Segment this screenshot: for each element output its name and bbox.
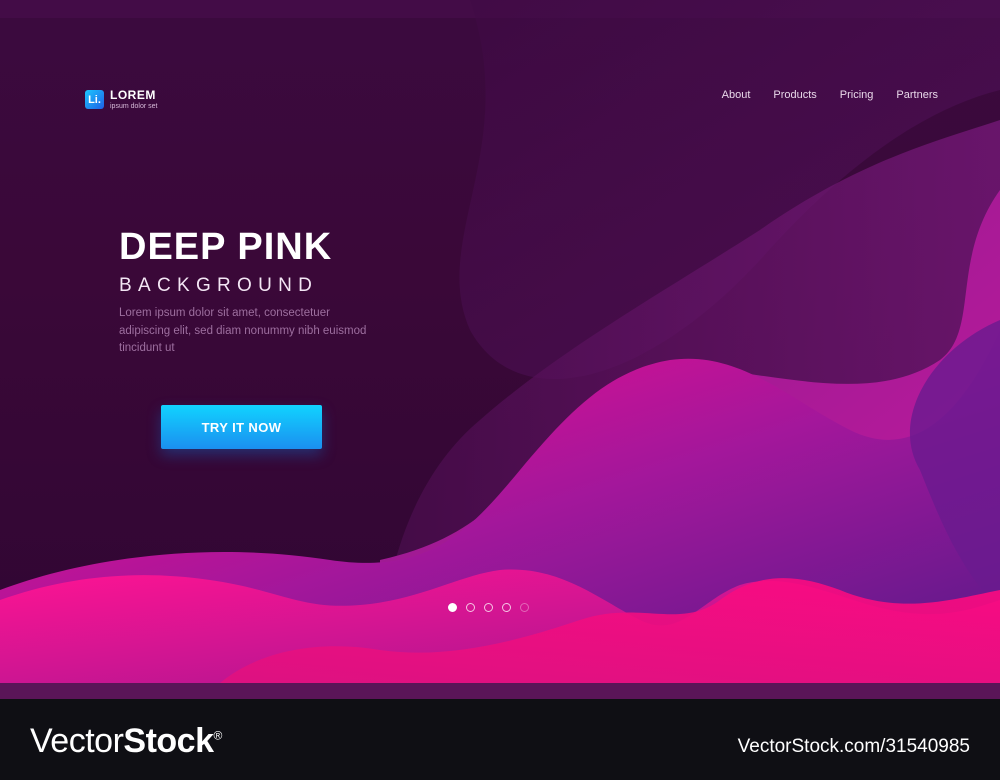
footer-band: [0, 683, 1000, 699]
brand-bold: Stock: [123, 722, 214, 760]
nav-pricing[interactable]: Pricing: [840, 89, 874, 101]
logo-tagline: ipsum dolor set: [110, 103, 158, 110]
carousel-dots: [448, 603, 529, 612]
nav-products[interactable]: Products: [773, 89, 816, 101]
registered-mark: ®: [213, 728, 222, 743]
carousel-dot-4[interactable]: [502, 603, 511, 612]
hero-subtitle: BACKGROUND: [119, 275, 319, 296]
landing-page: Li. LOREM ipsum dolor set About Products…: [0, 0, 1000, 780]
nav-about[interactable]: About: [722, 89, 751, 101]
carousel-dot-3[interactable]: [484, 603, 493, 612]
carousel-dot-1[interactable]: [448, 603, 457, 612]
logo-text: LOREM ipsum dolor set: [110, 89, 157, 110]
carousel-dot-5[interactable]: [520, 603, 529, 612]
image-id: VectorStock.com/31540985: [737, 736, 970, 757]
logo[interactable]: Li. LOREM ipsum dolor set: [85, 89, 157, 110]
brand-regular: Vector: [30, 722, 124, 760]
vectorstock-logo: VectorStock®: [30, 722, 222, 761]
carousel-dot-2[interactable]: [466, 603, 475, 612]
nav-partners[interactable]: Partners: [896, 89, 938, 101]
logo-mark-icon: Li.: [85, 90, 104, 109]
hero-body: Lorem ipsum dolor sit amet, consectetuer…: [119, 307, 367, 354]
try-it-now-button[interactable]: TRY IT NOW: [161, 405, 322, 449]
logo-name: LOREM: [110, 88, 156, 102]
hero-section: Li. LOREM ipsum dolor set About Products…: [0, 0, 1000, 683]
main-nav: About Products Pricing Partners: [722, 89, 938, 101]
hero-title: DEEP PINK: [119, 226, 333, 268]
